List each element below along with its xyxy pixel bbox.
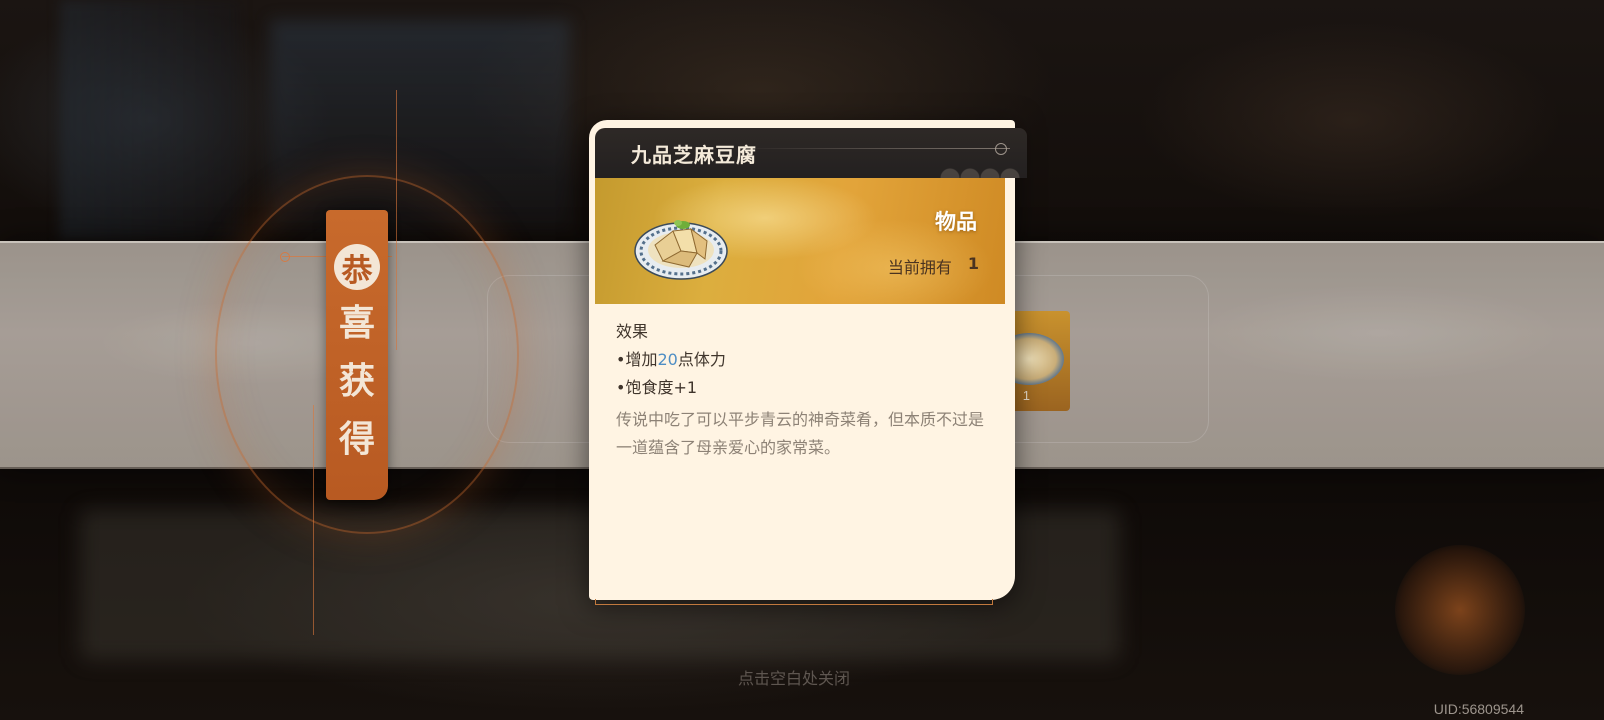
effect-prefix: •增加 — [616, 350, 658, 369]
congrats-ribbon: 恭 喜 获 得 — [326, 210, 388, 500]
congrats-first-char: 恭 — [334, 244, 380, 290]
deco-line — [396, 90, 397, 350]
close-hint: 点击空白处关闭 — [738, 669, 851, 688]
item-detail-card: 九品芝麻豆腐 物品 当前拥有 1 效果 •增加20点体力 •饱食度+1 传说中吃… — [589, 120, 1027, 605]
item-type-label: 物品 — [935, 209, 977, 234]
card-hero-banner: 物品 当前拥有 1 — [595, 178, 1005, 304]
effect-suffix: 点体力 — [677, 350, 726, 369]
card-header: 九品芝麻豆腐 — [595, 128, 1027, 178]
congrats-char: 获 — [338, 360, 375, 402]
header-ornament-line — [740, 148, 1010, 149]
background-bookshelf — [60, 0, 240, 240]
item-flavor-text: 传说中吃了可以平步青云的神奇菜肴，但本质不过是一道蕴含了母亲爱心的家常菜。 — [616, 410, 985, 457]
effect-line: •饱食度+1 — [616, 378, 698, 397]
tofu-dish-icon — [634, 220, 728, 280]
uid-label: UID:56809544 — [1433, 701, 1524, 717]
item-description-section: 效果 •增加20点体力 •饱食度+1 传说中吃了可以平步青云的神奇菜肴，但本质不… — [616, 318, 996, 462]
effect-heading: 效果 — [616, 322, 649, 341]
deco-dot — [280, 252, 290, 262]
congrats-char: 喜 — [338, 302, 375, 344]
card-bottom-border — [595, 599, 993, 605]
owned-label: 当前拥有 — [887, 258, 952, 277]
effect-value: 20 — [657, 350, 678, 369]
background-glow — [1395, 545, 1525, 675]
owned-info: 当前拥有 1 — [888, 254, 979, 278]
owned-count: 1 — [967, 254, 979, 273]
item-title: 九品芝麻豆腐 — [631, 143, 757, 167]
effect-line: •增加20点体力 — [616, 346, 996, 374]
deco-line — [313, 405, 314, 635]
reward-item-count: 1 — [1022, 388, 1030, 403]
congrats-char: 得 — [338, 418, 375, 460]
header-wave-pattern — [940, 154, 1020, 178]
